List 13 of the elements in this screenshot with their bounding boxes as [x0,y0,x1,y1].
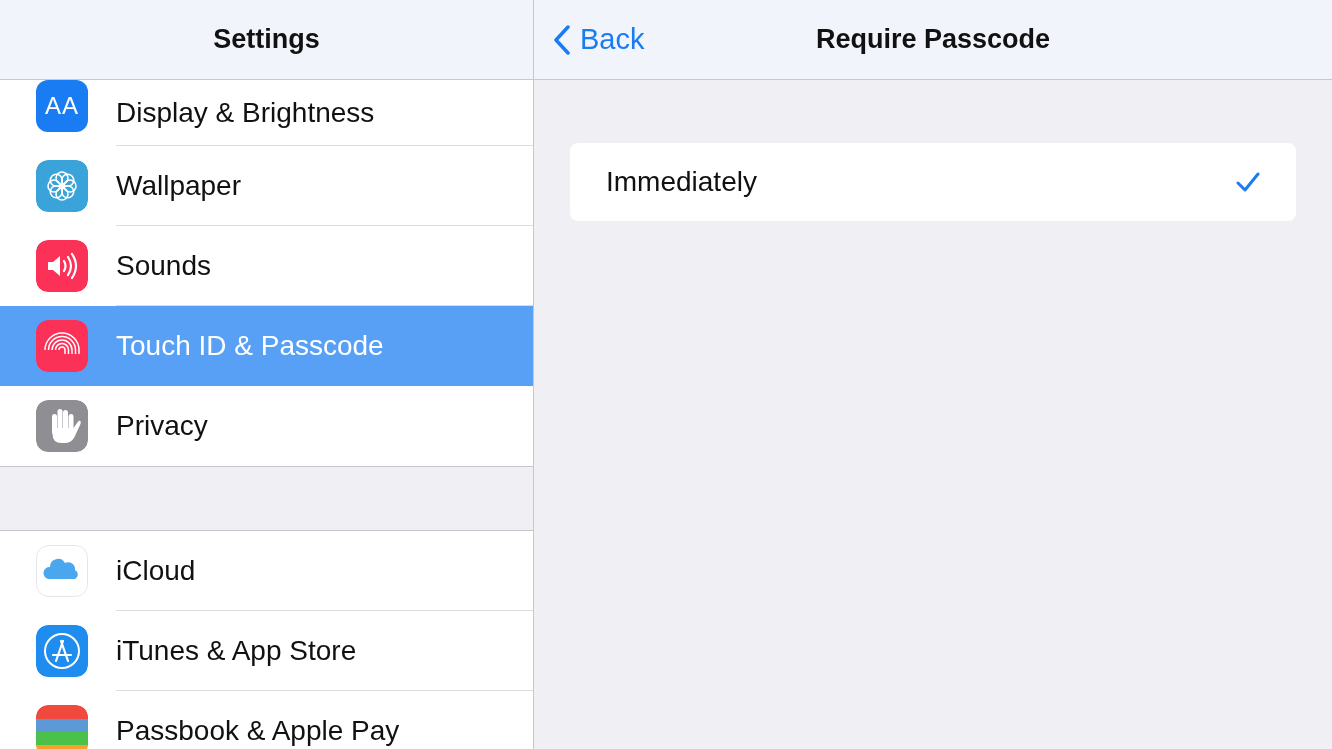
chevron-icon [554,25,570,55]
sidebar-title: Settings [213,23,320,57]
wallet-icon [36,705,88,749]
back-button[interactable]: Back [554,0,645,80]
page-title: Require Passcode [815,23,1051,57]
app-store-icon [36,625,88,677]
hand-icon [36,400,88,452]
cloud-icon [36,545,88,597]
flower-icon [36,160,88,212]
speaker-icon [36,240,88,292]
fingerprint-icon [36,320,88,372]
option-row[interactable]: Immediately [570,143,1296,221]
text-size-icon: AA [36,80,88,132]
